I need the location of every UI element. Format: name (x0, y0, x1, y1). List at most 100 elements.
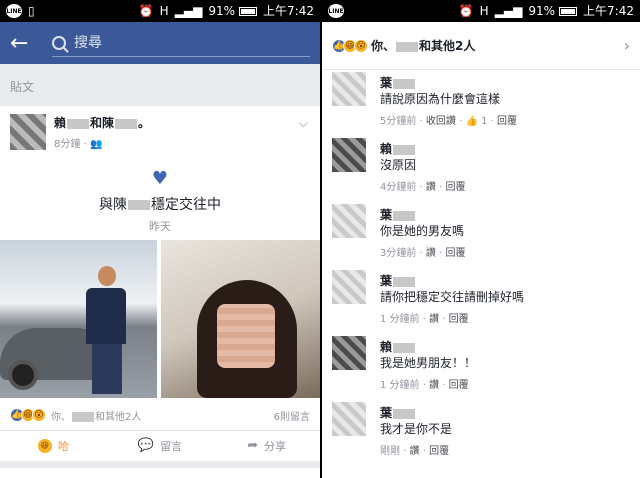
post-time: 8分鐘 · 👥 (54, 135, 150, 150)
comment-meta: 1 分鐘前 · 讚 · 回覆 (380, 314, 469, 325)
comment-item: 葉 請你把穩定交往請刪掉好嗎 1 分鐘前 · 讚 · 回覆 (332, 270, 632, 334)
like-link[interactable]: 讚 (426, 248, 436, 259)
like-link[interactable]: 讚 (410, 446, 420, 457)
tablet-icon: ▯ (28, 4, 35, 18)
reply-link[interactable]: 回覆 (497, 116, 517, 127)
comment-text: 你是她的男友嗎 (380, 224, 465, 238)
redacted-name (396, 41, 419, 52)
event-title-suffix: 穩定交往中 (151, 197, 221, 213)
redacted-name (393, 342, 416, 353)
redacted-name (393, 408, 416, 419)
commenter-avatar[interactable] (332, 402, 366, 436)
comment-text: 請你把穩定交往請刪掉好嗎 (380, 290, 525, 304)
haha-button[interactable]: 😆 哈 (0, 431, 107, 460)
battery-percent: 91% (208, 4, 236, 18)
battery-icon (239, 6, 258, 16)
commenter-name[interactable]: 賴 (380, 140, 416, 157)
commenter-avatar[interactable] (332, 270, 366, 304)
comment-button[interactable]: 💬 留言 (107, 431, 214, 460)
comment-meta: 3分鐘前 · 讚 · 回覆 (380, 248, 466, 259)
post-authors: 賴 和陳 。 (54, 114, 150, 131)
clock: 上午7:42 (583, 4, 634, 18)
author1-name[interactable]: 賴 (54, 116, 66, 130)
share-button[interactable]: ➦ 分享 (213, 431, 320, 460)
like-link[interactable]: 讚 (429, 380, 439, 391)
photo-woman-selfie[interactable] (161, 240, 320, 398)
wow-reaction-icon: 😮 (32, 408, 46, 422)
reply-link[interactable]: 回覆 (429, 446, 449, 457)
redacted-name (393, 210, 416, 221)
photo-grid (0, 240, 320, 398)
section-label: 貼文 (10, 80, 35, 94)
comment-count[interactable]: 6則留言 (274, 408, 310, 423)
commenter-name[interactable]: 葉 (380, 74, 416, 91)
commenter-name[interactable]: 葉 (380, 272, 416, 289)
chevron-right-icon[interactable]: › (624, 36, 630, 55)
search-input[interactable] (74, 34, 310, 51)
clock: 上午7:42 (263, 4, 314, 18)
action-bar: 😆 哈 💬 留言 ➦ 分享 (0, 430, 320, 460)
reactions-header[interactable]: 👍 😆 😮 你、 和其他2人 › (322, 22, 640, 70)
post-screen: LINE ▯ ⏰ H ▂▄▆ 91% 上午7:42 ← 貼文 賴 和陳 。 8分鐘 … (0, 0, 320, 478)
comment-time: 3分鐘前 (380, 248, 417, 259)
comment-time: 1 分鐘前 (380, 380, 420, 391)
and-text: 和 (90, 116, 103, 130)
commenter-name[interactable]: 賴 (380, 338, 416, 355)
comment-meta: 4分鐘前 · 讚 · 回覆 (380, 182, 466, 193)
post-card: 賴 和陳 。 8分鐘 · 👥 ⌵ ♥ 與陳 穩定交往中 昨天 👍 😆 😮 你、 和其… (0, 106, 320, 461)
dot-separator: · (83, 139, 87, 150)
comment-text: 請說原因為什麼會這樣 (380, 92, 501, 106)
battery-percent: 91% (528, 4, 556, 18)
reply-link[interactable]: 回覆 (449, 314, 469, 325)
commenter-avatar[interactable] (332, 204, 366, 238)
car-wheel (8, 360, 38, 390)
redacted-name (67, 118, 90, 129)
redacted-name (128, 200, 150, 210)
reaction-names: 你、 和其他2人 (371, 39, 476, 53)
photo-man-with-car[interactable] (0, 240, 157, 398)
comment-meta: 5分鐘前 · 收回讚 · 👍 1 · 回覆 (380, 116, 518, 127)
top-bar: ← (0, 22, 320, 64)
comment-time: 4分鐘前 (380, 182, 417, 193)
commenter-avatar[interactable] (332, 138, 366, 172)
commenter-name[interactable]: 葉 (380, 404, 416, 421)
alarm-icon: ⏰ (458, 4, 474, 18)
comment-item: 賴 我是她男朋友！！ 1 分鐘前 · 讚 · 回覆 (332, 336, 632, 400)
commenter-name[interactable]: 葉 (380, 206, 416, 223)
commenter-avatar[interactable] (332, 72, 366, 106)
search-bar[interactable] (52, 29, 310, 57)
reply-link[interactable]: 回覆 (445, 248, 465, 259)
suffix-text: 。 (138, 116, 151, 130)
event-date: 昨天 (149, 220, 171, 233)
like-link[interactable]: 讚 (426, 182, 436, 193)
reactions-summary[interactable]: 👍 😆 😮 你、 和其他2人 6則留言 (0, 404, 320, 426)
like-link[interactable]: 讚 (429, 314, 439, 325)
comment-text: 沒原因 (380, 158, 417, 172)
event-title-prefix: 與陳 (99, 197, 127, 213)
like-count: 1 (481, 116, 488, 127)
reply-link[interactable]: 回覆 (445, 182, 465, 193)
share-icon: ➦ (247, 438, 259, 453)
reply-link[interactable]: 回覆 (449, 380, 469, 391)
author-avatar[interactable] (10, 114, 46, 150)
line-app-icon: LINE (6, 4, 22, 18)
redacted-name (115, 118, 138, 129)
author2-name[interactable]: 陳 (102, 116, 114, 130)
redacted-name (393, 276, 416, 287)
pixelated-face (217, 304, 275, 368)
post-time-text[interactable]: 8分鐘 (54, 139, 80, 150)
reaction-names: 你、 和其他2人 (51, 411, 142, 423)
status-bar: LINE ▯ ⏰ H ▂▄▆ 91% 上午7:42 (0, 0, 320, 22)
comment-text: 我才是你不是 (380, 422, 453, 436)
back-arrow-icon[interactable]: ← (10, 31, 38, 56)
unlike-link[interactable]: 收回讚 (426, 116, 456, 127)
heart-icon: ♥ (151, 168, 169, 189)
redacted-name (393, 78, 416, 89)
line-app-icon: LINE (328, 4, 344, 18)
comment-item: 葉 你是她的男友嗎 3分鐘前 · 讚 · 回覆 (332, 204, 632, 268)
comment-item: 賴 沒原因 4分鐘前 · 讚 · 回覆 (332, 138, 632, 202)
alarm-icon: ⏰ (138, 4, 154, 18)
chevron-down-icon[interactable]: ⌵ (299, 116, 308, 131)
commenter-avatar[interactable] (332, 336, 366, 370)
next-card-edge (0, 468, 320, 478)
